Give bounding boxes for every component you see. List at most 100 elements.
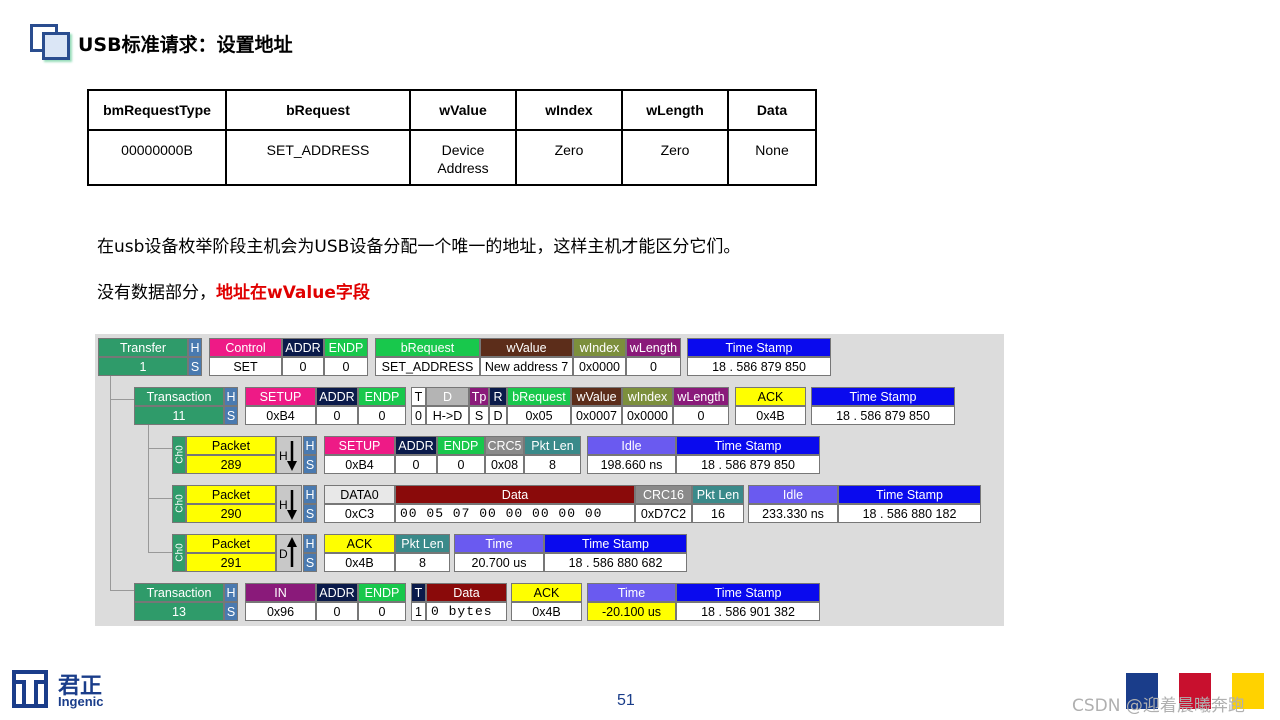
- brequest-header: bRequest: [507, 387, 571, 406]
- idle-value: 198.660 ns: [587, 455, 676, 474]
- paragraph-1: 在usb设备枚举阶段主机会为USB设备分配一个唯一的地址，这样主机才能区分它们。: [97, 237, 741, 257]
- endp-value: 0: [358, 406, 406, 425]
- pkt-len-value: 8: [395, 553, 450, 572]
- timestamp-value: 18 . 586 879 850: [676, 455, 820, 474]
- watermark: CSDN @迎着晨曦奔跑: [1072, 696, 1245, 716]
- endp-header: ENDP: [358, 583, 406, 602]
- endp-value: 0: [324, 357, 368, 376]
- brequest-header: bRequest: [375, 338, 480, 357]
- endp-value: 0: [358, 602, 406, 621]
- col-bmrequesttype: bmRequestType: [87, 89, 227, 131]
- t-field-header: T: [411, 387, 426, 406]
- transaction-label-header: Transaction: [134, 387, 224, 406]
- wvalue-value: New address 7: [480, 357, 573, 376]
- request-table: bmRequestType bRequest wValue wIndex wLe…: [87, 89, 817, 186]
- addr-value: 0: [316, 406, 358, 425]
- s-flag: S: [224, 602, 238, 621]
- in-value: 0x96: [245, 602, 316, 621]
- crc5-header: CRC5: [485, 436, 524, 455]
- cell-wlength: Zero: [621, 129, 729, 186]
- transaction-label-value: 13: [134, 602, 224, 621]
- windex-header: wIndex: [622, 387, 673, 406]
- tree-line: [110, 399, 134, 400]
- tree-line: [148, 425, 149, 553]
- col-wlength: wLength: [621, 89, 729, 131]
- s-flag: S: [303, 455, 317, 474]
- in-header: IN: [245, 583, 316, 602]
- timestamp-header: Time Stamp: [676, 436, 820, 455]
- time-header: Time: [587, 583, 676, 602]
- transaction-label-value: 11: [134, 406, 224, 425]
- setup-header: SETUP: [245, 387, 316, 406]
- d-field-header: D: [426, 387, 469, 406]
- timestamp-value: 18 . 586 879 850: [811, 406, 955, 425]
- wvalue-header: wValue: [571, 387, 622, 406]
- wlength-value: 0: [673, 406, 729, 425]
- packet-label-header: Packet: [186, 485, 276, 504]
- timestamp-header: Time Stamp: [838, 485, 981, 504]
- cell-windex: Zero: [515, 129, 623, 186]
- addr-value: 0: [316, 602, 358, 621]
- paragraph-2-highlight: 地址在wValue字段: [216, 283, 370, 303]
- setup-value: 0xB4: [245, 406, 316, 425]
- addr-header: ADDR: [395, 436, 437, 455]
- col-brequest: bRequest: [225, 89, 411, 131]
- channel-label: Ch0: [172, 485, 186, 523]
- wvalue-value: 0x0007: [571, 406, 622, 425]
- direction-label: H: [279, 498, 288, 512]
- windex-header: wIndex: [573, 338, 626, 357]
- usb-analyzer-capture: Transfer 1 H S Control SET ADDR 0 ENDP 0 bRequest S…: [95, 334, 1004, 626]
- logo-text-en: Ingenic: [58, 694, 104, 709]
- pkt-len-value: 8: [524, 455, 581, 474]
- timestamp-header: Time Stamp: [544, 534, 687, 553]
- d-field-value: H->D: [426, 406, 469, 425]
- addr-header: ADDR: [316, 387, 358, 406]
- data-value: 00 05 07 00 00 00 00 00: [395, 504, 635, 523]
- table-row: 00000000B SET_ADDRESS Device Address Zer…: [87, 129, 817, 186]
- channel-label-text: Ch0: [174, 543, 186, 562]
- table-header-row: bmRequestType bRequest wValue wIndex wLe…: [87, 89, 817, 131]
- t-field-header: T: [411, 583, 426, 602]
- t-field-value: 0: [411, 406, 426, 425]
- title-icon: [30, 24, 70, 60]
- crc16-value: 0xD7C2: [635, 504, 692, 523]
- cell-wvalue: Device Address: [409, 129, 517, 186]
- h-flag: H: [303, 534, 317, 553]
- transaction-label-header: Transaction: [134, 583, 224, 602]
- h-flag: H: [303, 485, 317, 504]
- idle-value: 233.330 ns: [748, 504, 838, 523]
- tree-line: [110, 590, 134, 591]
- wlength-header: wLength: [626, 338, 681, 357]
- ack-value: 0x4B: [735, 406, 806, 425]
- idle-header: Idle: [748, 485, 838, 504]
- cell-data: None: [727, 129, 817, 186]
- channel-label: Ch0: [172, 436, 186, 474]
- s-flag: S: [224, 406, 238, 425]
- arrow-down-icon: H: [276, 436, 302, 474]
- packet-label-value: 291: [186, 553, 276, 572]
- packet-label-value: 289: [186, 455, 276, 474]
- timestamp-value: 18 . 586 879 850: [687, 357, 831, 376]
- r-field-header: R: [489, 387, 507, 406]
- tp-field-header: Tp: [469, 387, 489, 406]
- addr-value: 0: [395, 455, 437, 474]
- endp-header: ENDP: [358, 387, 406, 406]
- timestamp-value: 18 . 586 880 682: [544, 553, 687, 572]
- packet-label-header: Packet: [186, 436, 276, 455]
- timestamp-header: Time Stamp: [687, 338, 831, 357]
- arrow-down-icon: H: [276, 485, 302, 523]
- control-value: SET: [209, 357, 282, 376]
- s-flag: S: [303, 553, 317, 572]
- wlength-header: wLength: [673, 387, 729, 406]
- data0-value: 0xC3: [324, 504, 395, 523]
- control-header: Control: [209, 338, 282, 357]
- tree-line: [148, 498, 172, 499]
- ack-value: 0x4B: [324, 553, 395, 572]
- ack-header: ACK: [735, 387, 806, 406]
- packet-label-header: Packet: [186, 534, 276, 553]
- channel-label-text: Ch0: [174, 445, 186, 464]
- endp-value: 0: [437, 455, 485, 474]
- wvalue-header: wValue: [480, 338, 573, 357]
- paragraph-2: 没有数据部分，地址在wValue字段: [97, 278, 370, 303]
- transfer-label-header: Transfer: [98, 338, 188, 357]
